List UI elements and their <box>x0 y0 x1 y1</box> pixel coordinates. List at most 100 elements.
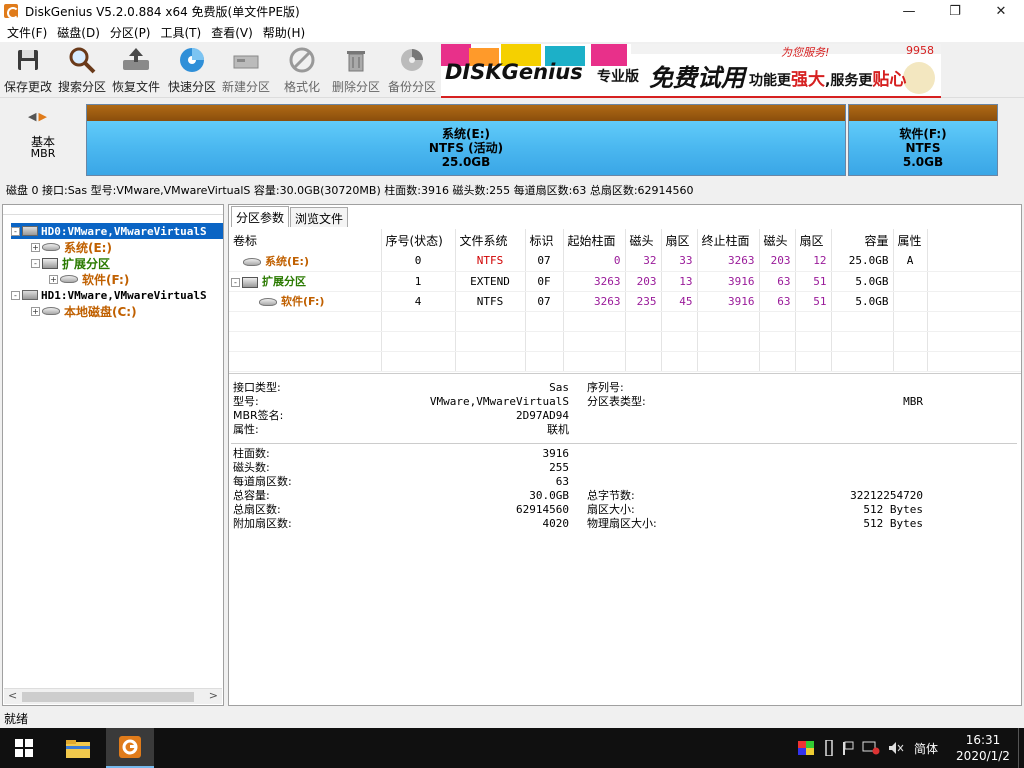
extended-partition-icon <box>242 276 258 288</box>
row-end-cyl: 3916 <box>697 291 760 312</box>
volume-icon <box>42 307 60 315</box>
delete-icon <box>341 46 371 74</box>
col-end-sec[interactable]: 扇区 <box>795 229 832 251</box>
sectors-per-track-value: 63 <box>555 475 569 488</box>
toolbar: 保存更改 搜索分区 恢复文件 快速分区 新建分区 格式化 删除分区 备份分区 为… <box>0 42 1024 98</box>
color-icon[interactable] <box>797 741 814 755</box>
delete-partition-button[interactable]: 删除分区 <box>330 46 382 96</box>
next-disk-icon[interactable]: ▶ <box>38 110 48 123</box>
tree-item-local-c[interactable]: + 本地磁盘(C:) <box>31 303 137 319</box>
row-start-head: 235 <box>625 291 662 312</box>
tree-expand-icon[interactable]: + <box>31 306 40 316</box>
heads-label: 磁头数: <box>233 461 270 474</box>
tab-partition-params[interactable]: 分区参数 <box>231 206 290 227</box>
taskbar-diskgenius[interactable] <box>106 728 154 768</box>
cylinders-value: 3916 <box>542 447 570 460</box>
save-changes-button[interactable]: 保存更改 <box>2 46 54 96</box>
search-partition-button[interactable]: 搜索分区 <box>56 46 108 96</box>
col-start-head[interactable]: 磁头 <box>625 229 662 251</box>
col-volume-label[interactable]: 卷标 <box>229 229 382 251</box>
disk-tree-panel: - HD0:VMware,VMwareVirtualS + 系统(E:) - 扩… <box>2 204 224 706</box>
col-capacity[interactable]: 容量 <box>831 229 894 251</box>
new-partition-button[interactable]: 新建分区 <box>220 46 272 96</box>
backup-partition-button[interactable]: 备份分区 <box>386 46 438 96</box>
quick-partition-button[interactable]: 快速分区 <box>166 46 218 96</box>
partition-table-type-value: MBR <box>903 395 923 408</box>
tree-item-software-f[interactable]: + 软件(F:) <box>49 271 129 287</box>
table-row[interactable]: 系统(E:) 0 NTFS 07 0 32 33 3263 203 12 25.… <box>229 251 1021 272</box>
usb-device-icon[interactable] <box>824 740 834 756</box>
row-attr: A <box>893 251 928 272</box>
close-button[interactable]: ✕ <box>978 0 1024 22</box>
start-button[interactable] <box>0 728 48 768</box>
row-seq: 1 <box>381 271 456 292</box>
tree-item-hd1[interactable]: - HD1:VMware,VMwareVirtualS <box>11 287 207 303</box>
partition-block-e[interactable]: 系统(E:) NTFS (活动) 25.0GB <box>86 104 846 176</box>
minimize-button[interactable]: — <box>886 0 932 22</box>
banner-free-trial: 免费试用 <box>649 64 745 92</box>
show-desktop-button[interactable] <box>1018 728 1024 768</box>
tree-collapse-icon[interactable]: - <box>31 258 40 268</box>
backup-partition-label: 备份分区 <box>387 80 436 94</box>
windows-icon <box>15 739 33 757</box>
scroll-left-icon[interactable]: < <box>8 689 17 702</box>
delete-partition-label: 删除分区 <box>331 80 380 94</box>
menu-partition[interactable]: 分区(P) <box>105 24 156 41</box>
physical-sector-label: 物理扇区大小: <box>587 517 657 530</box>
tree-item-system-e[interactable]: + 系统(E:) <box>31 239 112 255</box>
taskbar-file-explorer[interactable] <box>54 728 102 768</box>
partition-block-f[interactable]: 软件(F:) NTFS 5.0GB <box>848 104 998 176</box>
clock[interactable]: 16:31 2020/1/2 <box>948 732 1018 764</box>
physical-sector-value: 512 Bytes <box>863 517 923 530</box>
col-attr[interactable]: 属性 <box>893 229 928 251</box>
total-sectors-label: 总扇区数: <box>233 503 281 516</box>
col-fs[interactable]: 文件系统 <box>455 229 526 251</box>
maximize-button[interactable]: ❐ <box>932 0 978 22</box>
volume-icon <box>60 275 78 283</box>
network-icon[interactable] <box>862 741 880 755</box>
tree-item-hd0[interactable]: - HD0:VMware,VMwareVirtualS <box>11 223 223 239</box>
col-start-sec[interactable]: 扇区 <box>661 229 698 251</box>
format-button[interactable]: 格式化 <box>276 46 328 96</box>
tree-splitter[interactable] <box>3 205 223 215</box>
heads-value: 255 <box>549 461 569 474</box>
disk-type: 基本 MBR <box>18 136 68 160</box>
prev-disk-icon[interactable]: ◀ <box>28 110 38 123</box>
mbr-signature-value: 2D97AD94 <box>516 409 569 422</box>
row-seq: 0 <box>381 251 456 272</box>
restore-files-button[interactable]: 恢复文件 <box>110 46 162 96</box>
diskgenius-app-icon <box>4 4 19 19</box>
tab-browse-files[interactable]: 浏览文件 <box>290 207 349 227</box>
sector-size-label: 扇区大小: <box>587 503 635 516</box>
col-end-cyl[interactable]: 终止柱面 <box>697 229 760 251</box>
disk-map: ◀▶ 基本 MBR 系统(E:) NTFS (活动) 25.0GB 软件(F:)… <box>0 98 1024 180</box>
col-seq[interactable]: 序号(状态) <box>381 229 456 251</box>
tree-expand-icon[interactable]: + <box>31 242 40 252</box>
tree-expand-icon[interactable]: + <box>49 274 58 284</box>
tree-collapse-icon[interactable]: - <box>11 290 20 300</box>
menu-view[interactable]: 查看(V) <box>206 24 258 41</box>
banner-brand: DISKGenius <box>445 60 583 84</box>
banner-edition: 专业版 <box>597 69 639 85</box>
col-end-head[interactable]: 磁头 <box>759 229 796 251</box>
volume-muted-icon[interactable] <box>888 741 904 755</box>
tree-horizontal-scrollbar[interactable]: < > <box>4 688 222 704</box>
flag-icon[interactable] <box>842 741 854 755</box>
table-row[interactable]: 软件(F:) 4 NTFS 07 3263 235 45 3916 63 51 … <box>229 291 1021 312</box>
scroll-right-icon[interactable]: > <box>209 689 218 702</box>
promo-banner[interactable]: 为您服务! 9958 DISKGenius 专业版 免费试用 功能更强大,服务更… <box>441 44 941 98</box>
ime-indicator[interactable]: 简体 <box>914 740 938 757</box>
row-label: 软件(F:) <box>281 295 325 308</box>
col-id[interactable]: 标识 <box>525 229 564 251</box>
col-start-cyl[interactable]: 起始柱面 <box>563 229 626 251</box>
table-row[interactable]: - 扩展分区 1 EXTEND 0F 3263 203 13 3916 63 51… <box>229 271 1021 292</box>
menu-file[interactable]: 文件(F) <box>2 24 52 41</box>
menu-help[interactable]: 帮助(H) <box>258 24 310 41</box>
tree-item-label: 本地磁盘(C:) <box>64 304 137 319</box>
total-bytes-value: 32212254720 <box>850 489 923 502</box>
tree-collapse-icon[interactable]: - <box>11 226 20 236</box>
menu-tools[interactable]: 工具(T) <box>156 24 207 41</box>
tree-item-extended[interactable]: - 扩展分区 <box>31 255 110 271</box>
scroll-thumb[interactable] <box>22 692 194 702</box>
menu-disk[interactable]: 磁盘(D) <box>52 24 105 41</box>
